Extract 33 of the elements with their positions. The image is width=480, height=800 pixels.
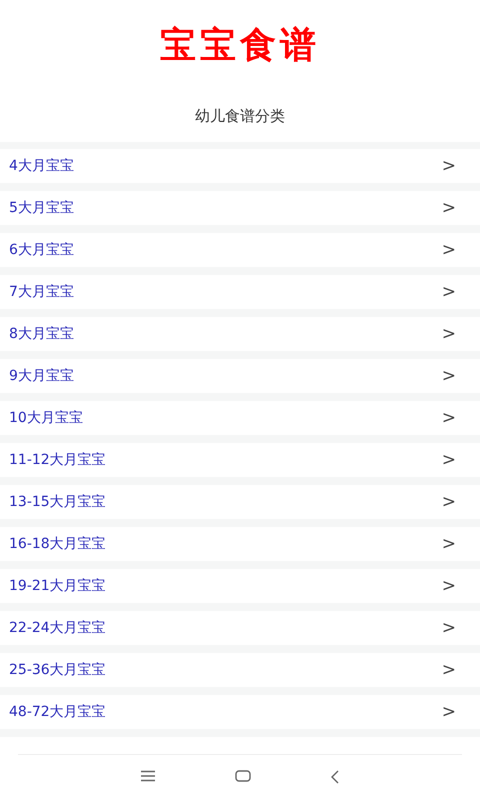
home-icon[interactable]	[234, 770, 251, 782]
chevron-icon: >	[442, 240, 456, 260]
chevron-icon: >	[442, 660, 456, 680]
chevron-icon: >	[442, 576, 456, 596]
category-row[interactable]: 9大月宝宝 >	[0, 359, 480, 393]
category-row[interactable]: 7大月宝宝 >	[0, 275, 480, 309]
category-row[interactable]: 5大月宝宝 >	[0, 191, 480, 225]
category-row[interactable]: 10大月宝宝 >	[0, 401, 480, 435]
chevron-icon: >	[442, 408, 456, 428]
chevron-icon: >	[442, 450, 456, 470]
chevron-icon: >	[442, 618, 456, 638]
category-row[interactable]: 16-18大月宝宝 >	[0, 527, 480, 561]
back-icon[interactable]	[330, 770, 340, 784]
category-row[interactable]: 19-21大月宝宝 >	[0, 569, 480, 603]
chevron-icon: >	[442, 702, 456, 722]
category-row[interactable]: 6大月宝宝 >	[0, 233, 480, 267]
category-row[interactable]: 22-24大月宝宝 >	[0, 611, 480, 645]
chevron-icon: >	[442, 324, 456, 344]
category-row[interactable]: 25-36大月宝宝 >	[0, 653, 480, 687]
category-row[interactable]: 8大月宝宝 >	[0, 317, 480, 351]
category-row[interactable]: 48-72大月宝宝 >	[0, 695, 480, 729]
chevron-icon: >	[442, 534, 456, 554]
chevron-icon: >	[442, 492, 456, 512]
chevron-icon: >	[442, 282, 456, 302]
chevron-icon: >	[442, 156, 456, 176]
app-title: 宝宝食谱	[160, 22, 320, 68]
chevron-icon: >	[442, 366, 456, 386]
section-heading: 幼儿食谱分类	[195, 106, 285, 126]
chevron-icon: >	[442, 198, 456, 218]
category-row[interactable]: 11-12大月宝宝 >	[0, 443, 480, 477]
category-row[interactable]: 4大月宝宝 >	[0, 149, 480, 183]
menu-icon[interactable]	[140, 770, 156, 782]
category-row[interactable]: 13-15大月宝宝 >	[0, 485, 480, 519]
